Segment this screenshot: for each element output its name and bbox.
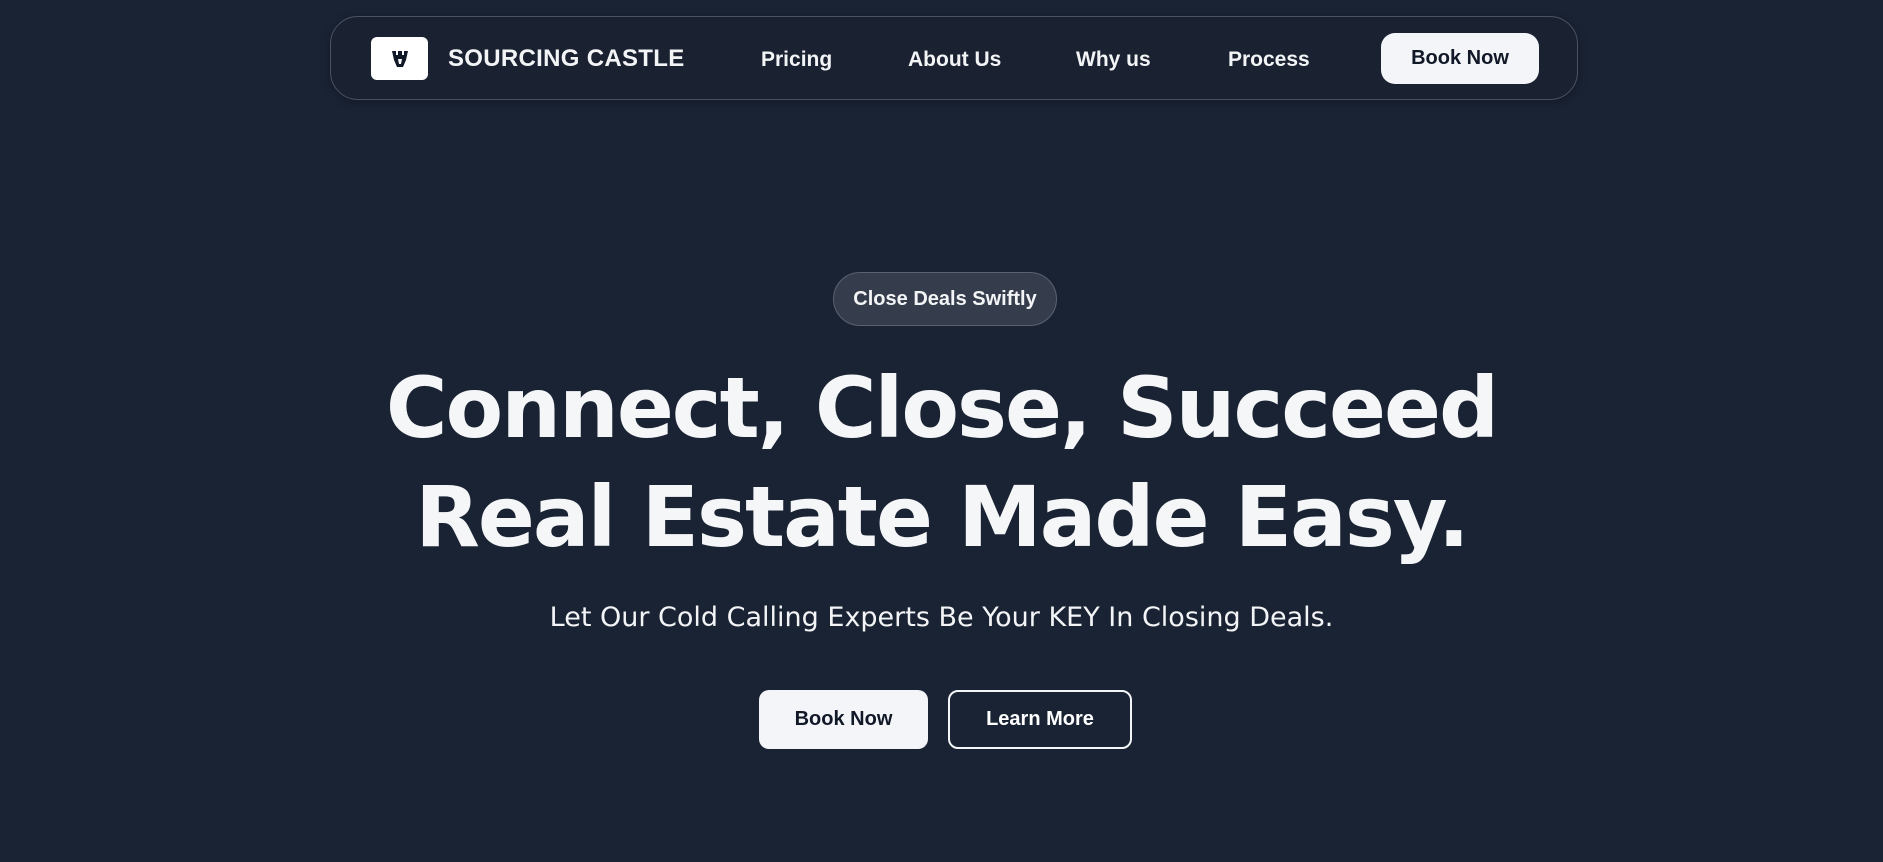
nav-book-now-button[interactable]: Book Now — [1381, 33, 1539, 84]
logo[interactable] — [371, 37, 428, 80]
nav-link-about-us[interactable]: About Us — [908, 48, 1001, 72]
nav-link-pricing[interactable]: Pricing — [761, 48, 832, 72]
brand-name[interactable]: SOURCING CASTLE — [448, 45, 685, 73]
hero-headline-line-1: Connect, Close, Succeed — [385, 359, 1499, 457]
hero-headline-line-2: Real Estate Made Easy. — [415, 468, 1470, 566]
castle-logo-icon — [391, 50, 408, 67]
hero-badge: Close Deals Swiftly — [833, 272, 1057, 326]
hero-book-now-button[interactable]: Book Now — [759, 690, 928, 749]
landing-page: SOURCING CASTLE Pricing About Us Why us … — [0, 0, 1883, 862]
nav-link-process[interactable]: Process — [1228, 48, 1310, 72]
nav-link-why-us[interactable]: Why us — [1076, 48, 1151, 72]
hero-subtitle: Let Our Cold Calling Experts Be Your KEY… — [549, 602, 1334, 633]
hero-learn-more-button[interactable]: Learn More — [948, 690, 1132, 749]
top-navbar: SOURCING CASTLE Pricing About Us Why us … — [330, 16, 1578, 100]
